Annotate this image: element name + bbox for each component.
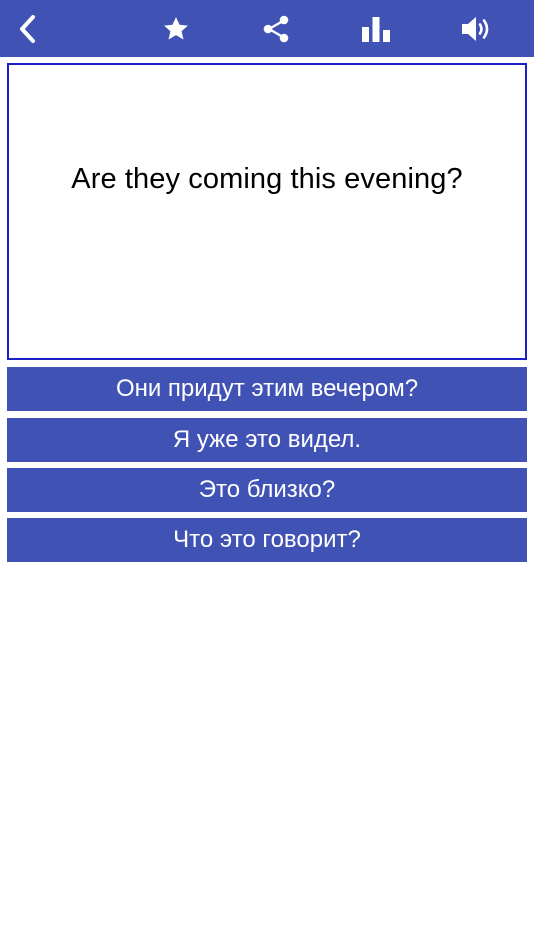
answer-option-2[interactable]: Я уже это видел. (7, 418, 527, 462)
back-chevron-icon (20, 14, 35, 43)
share-button[interactable] (248, 0, 304, 57)
back-button[interactable] (0, 0, 56, 57)
favorite-button[interactable] (148, 0, 204, 57)
answer-option-3[interactable]: Это близко? (7, 468, 527, 512)
sound-button[interactable] (448, 0, 504, 57)
question-card: Are they coming this evening? (7, 63, 527, 360)
toolbar (0, 0, 534, 57)
answer-option-1[interactable]: Они придут этим вечером? (7, 367, 527, 411)
stats-button[interactable] (348, 0, 404, 57)
answer-option-4[interactable]: Что это говорит? (7, 518, 527, 562)
speaker-icon (462, 16, 489, 41)
star-icon (164, 16, 188, 39)
stats-icon (362, 16, 390, 42)
question-text: Are they coming this evening? (71, 163, 463, 195)
share-icon (263, 15, 289, 42)
